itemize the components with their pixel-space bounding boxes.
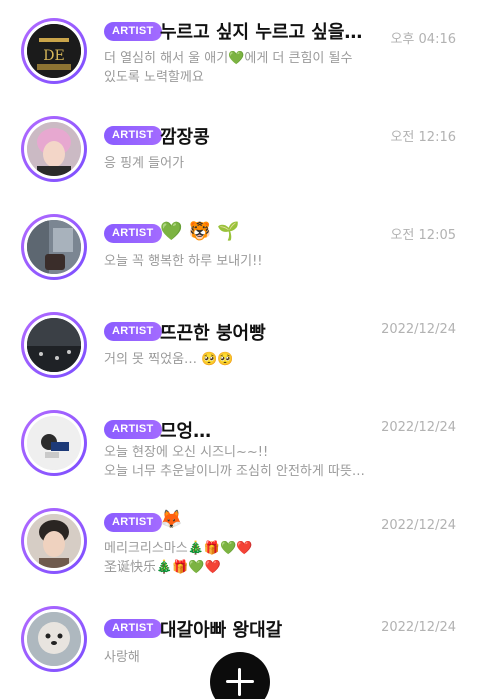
feed-item[interactable]: ARTIST 💚 🐯 🌱 오전 12:05 오늘 꼭 행복한 하루 보내기!!	[0, 208, 480, 304]
post-title: 깜장콩	[160, 127, 210, 148]
avatar[interactable]	[21, 214, 87, 280]
artist-badge: ARTIST	[104, 513, 162, 532]
feed-item[interactable]: ARTIST 🦊 2022/12/24 메리크리스마스🎄🎁💚❤️ 圣诞快乐🎄🎁💚…	[0, 502, 480, 598]
avatar[interactable]	[21, 116, 87, 182]
avatar[interactable]	[21, 508, 87, 574]
avatar[interactable]	[21, 410, 87, 476]
post-time: 오전 12:05	[390, 228, 456, 243]
avatar[interactable]: DE	[21, 18, 87, 84]
artist-badge: ARTIST	[104, 322, 162, 341]
message-line: 응 핑계 들어가	[104, 156, 185, 171]
artist-badge: ARTIST	[104, 420, 162, 439]
feed-item[interactable]: ARTIST 깜장콩 오전 12:16 응 핑계 들어가	[0, 110, 480, 206]
post-title: 뜨끈한 붕어빵	[160, 323, 266, 344]
svg-text:DE: DE	[43, 48, 64, 64]
post-time: 2022/12/24	[381, 620, 456, 635]
avatar[interactable]	[21, 312, 87, 378]
artist-badge: ARTIST	[104, 126, 162, 145]
post-time: 2022/12/24	[381, 420, 456, 435]
post-title: 므엉…	[160, 421, 212, 442]
feed-item[interactable]: ARTIST 뜨끈한 붕어빵 2022/12/24 거의 못 찍었움… 🥺🥺	[0, 306, 480, 402]
post-time: 오후 04:16	[390, 32, 456, 47]
message-line: 오늘 현장에 오신 시즈니~~!!	[104, 445, 269, 460]
artist-badge: ARTIST	[104, 22, 162, 41]
feed-item[interactable]: DE ARTIST 누르고 싶지 누르고 싶을… 오후 04:16 더 열심히 …	[0, 12, 480, 108]
message-line: 더 열심히 해서 울 애기💚에게 더 큰힘이 될수	[104, 51, 353, 66]
artist-badge: ARTIST	[104, 224, 162, 243]
post-time: 2022/12/24	[381, 322, 456, 337]
message-line: 圣诞快乐🎄🎁💚❤️	[104, 560, 221, 575]
artist-badge: ARTIST	[104, 619, 162, 638]
message-line: 메리크리스마스🎄🎁💚❤️	[104, 541, 253, 556]
feed-item[interactable]: ARTIST 므엉… 2022/12/24 오늘 현장에 오신 시즈니~~!! …	[0, 404, 480, 500]
post-title: 누르고 싶지 누르고 싶을…	[160, 22, 363, 43]
avatar[interactable]	[21, 606, 87, 672]
message-line: 거의 못 찍었움… 🥺🥺	[104, 352, 234, 367]
artist-feed-list: DE ARTIST 누르고 싶지 누르고 싶을… 오후 04:16 더 열심히 …	[0, 0, 480, 699]
message-line: 오늘 꼭 행복한 하루 보내기!!	[104, 254, 263, 269]
message-line: 오늘 너무 추운날이니까 조심히 안전하게 따뜻…	[104, 464, 365, 479]
message-line: 사랑해	[104, 650, 140, 665]
post-title: 대갈아빠 왕대갈	[160, 620, 283, 641]
message-line: 있도록 노력할께요	[104, 70, 204, 85]
post-title: 🦊	[160, 509, 183, 530]
post-title: 💚 🐯 🌱	[160, 221, 240, 242]
post-time: 2022/12/24	[381, 518, 456, 533]
post-time: 오전 12:16	[390, 130, 456, 145]
